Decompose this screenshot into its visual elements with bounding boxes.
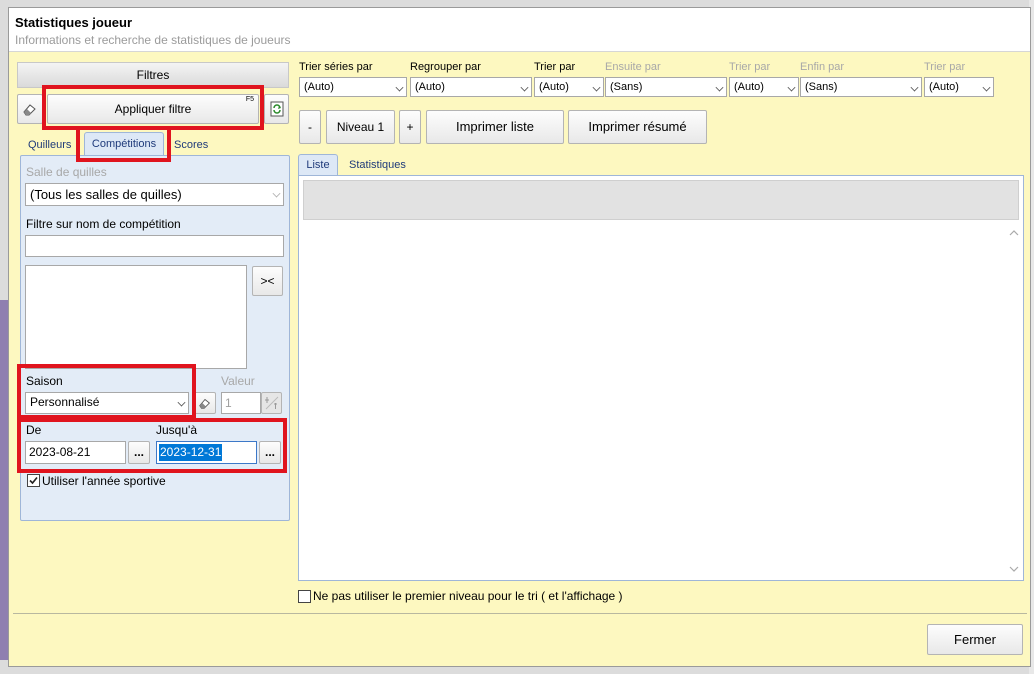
finally-label: Enfin par xyxy=(800,61,845,73)
tab-scores[interactable]: Scores xyxy=(174,139,208,151)
hall-select[interactable]: (Tous les salles de quilles) xyxy=(25,183,284,206)
level-button[interactable]: Niveau 1 xyxy=(326,110,395,144)
footer-separator xyxy=(13,613,1027,614)
clear-season-button[interactable] xyxy=(194,392,216,414)
from-label: De xyxy=(26,423,42,437)
sort-label-3: Trier par xyxy=(729,61,771,73)
scroll-down-icon xyxy=(1009,566,1019,572)
no-first-level-checkbox[interactable] xyxy=(298,590,311,603)
to-date-input[interactable]: 2023-12-31 xyxy=(156,441,257,464)
hall-select-value: (Tous les salles de quilles) xyxy=(30,187,182,202)
value-label: Valeur xyxy=(221,374,255,388)
stepper-icon xyxy=(264,396,278,410)
season-select-value: Personnalisé xyxy=(30,395,100,409)
apply-filter-label: Appliquer filtre xyxy=(114,102,192,116)
finally-select-value: (Sans) xyxy=(805,81,838,93)
to-label: Jusqu'à xyxy=(156,423,197,437)
dialog-subtitle: Informations et recherche de statistique… xyxy=(15,33,291,47)
tab-competitions[interactable]: Compétitions xyxy=(84,132,164,156)
group-label: Regrouper par xyxy=(410,61,481,73)
value-stepper[interactable] xyxy=(261,392,282,414)
level-plus-button[interactable]: + xyxy=(399,110,421,144)
tab-liste[interactable]: Liste xyxy=(298,154,338,176)
refresh-icon xyxy=(270,101,283,117)
chevron-down-icon xyxy=(592,83,601,92)
then-select[interactable]: (Sans) xyxy=(605,77,727,97)
scroll-up-icon xyxy=(1009,230,1019,236)
to-date-selected-text: 2023-12-31 xyxy=(159,444,223,461)
sort-select-3-value: (Auto) xyxy=(734,81,764,93)
print-list-button[interactable]: Imprimer liste xyxy=(426,110,564,144)
competition-filter-label: Filtre sur nom de compétition xyxy=(26,217,181,231)
close-button[interactable]: Fermer xyxy=(927,624,1023,655)
chevron-down-icon xyxy=(910,83,919,92)
sort-label-2: Trier par xyxy=(534,61,576,73)
group-select[interactable]: (Auto) xyxy=(410,77,532,97)
season-select[interactable]: Personnalisé xyxy=(25,392,189,414)
clear-filter-button[interactable] xyxy=(17,94,43,124)
dialog-header: Statistiques joueur Informations et rech… xyxy=(9,8,1030,52)
eraser-icon xyxy=(23,104,36,116)
apply-filter-shortcut: F5 xyxy=(245,96,254,103)
vertical-scrollbar[interactable] xyxy=(1007,224,1021,576)
competition-list[interactable] xyxy=(25,265,247,369)
chevron-down-icon xyxy=(787,83,796,92)
hall-label: Salle de quilles xyxy=(26,165,107,179)
sort-select-1-value: (Auto) xyxy=(304,81,334,93)
eraser-icon xyxy=(199,398,211,409)
results-list[interactable] xyxy=(298,175,1024,581)
list-header xyxy=(303,180,1019,220)
sort-select-3[interactable]: (Auto) xyxy=(729,77,799,97)
chevron-down-icon xyxy=(395,83,404,92)
chevron-down-icon xyxy=(177,398,186,407)
from-date-picker-button[interactable]: ... xyxy=(128,441,150,464)
print-summary-button[interactable]: Imprimer résumé xyxy=(568,110,707,144)
sort-select-2[interactable]: (Auto) xyxy=(534,77,604,97)
group-select-value: (Auto) xyxy=(415,81,445,93)
to-date-picker-button[interactable]: ... xyxy=(259,441,281,464)
background-window-edge-left xyxy=(0,300,8,660)
filters-header: Filtres xyxy=(17,62,289,88)
checkmark-icon xyxy=(29,476,38,485)
sort-select-1[interactable]: (Auto) xyxy=(299,77,407,97)
competition-filter-input[interactable] xyxy=(25,235,284,257)
sort-select-4-value: (Auto) xyxy=(929,81,959,93)
chevron-down-icon xyxy=(272,189,281,198)
no-first-level-label: Ne pas utiliser le premier niveau pour l… xyxy=(313,589,623,603)
chevron-down-icon xyxy=(982,83,991,92)
refresh-button[interactable] xyxy=(264,94,289,124)
sport-year-label: Utiliser l'année sportive xyxy=(42,474,166,488)
apply-filter-button[interactable]: Appliquer filtre F5 xyxy=(47,94,259,124)
season-label: Saison xyxy=(26,374,63,388)
from-date-input[interactable]: 2023-08-21 xyxy=(25,441,126,464)
dialog-title: Statistiques joueur xyxy=(15,15,133,30)
player-stats-dialog: Statistiques joueur Informations et rech… xyxy=(8,7,1031,667)
tab-quilleurs[interactable]: Quilleurs xyxy=(28,139,71,151)
finally-select[interactable]: (Sans) xyxy=(800,77,922,97)
chevron-down-icon xyxy=(520,83,529,92)
sort-select-4[interactable]: (Auto) xyxy=(924,77,994,97)
sort-label-1: Trier séries par xyxy=(299,61,373,73)
chevron-down-icon xyxy=(715,83,724,92)
sort-select-2-value: (Auto) xyxy=(539,81,569,93)
then-select-value: (Sans) xyxy=(610,81,643,93)
value-input[interactable]: 1 xyxy=(221,392,261,414)
tab-statistiques[interactable]: Statistiques xyxy=(349,159,406,171)
sport-year-checkbox[interactable] xyxy=(27,474,40,487)
swap-button[interactable]: >< xyxy=(252,266,283,296)
level-minus-button[interactable]: - xyxy=(299,110,321,144)
sort-label-4: Trier par xyxy=(924,61,966,73)
then-label: Ensuite par xyxy=(605,61,661,73)
